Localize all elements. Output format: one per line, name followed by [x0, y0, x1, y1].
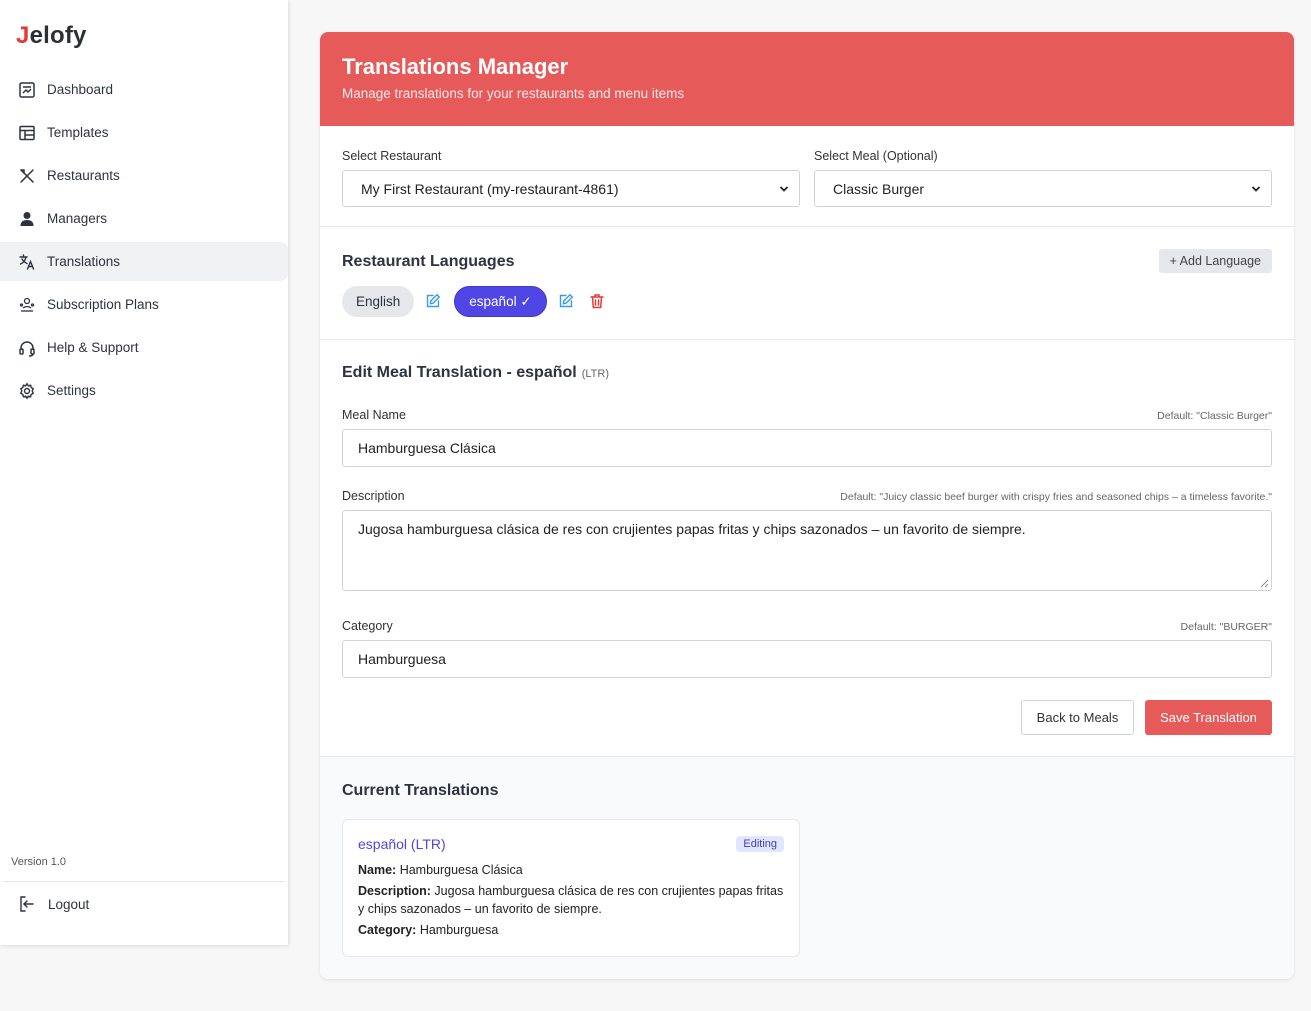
description-textarea[interactable]: Jugosa hamburguesa clásica de res con cr…	[342, 510, 1272, 591]
meal-select[interactable]: Classic Burger	[814, 170, 1272, 207]
edit-english-button[interactable]	[425, 293, 443, 311]
description-label: Description	[342, 489, 405, 503]
translations-card: Translations Manager Manage translations…	[320, 32, 1294, 979]
meal-name-value: Hamburguesa Clásica	[358, 440, 496, 456]
meal-selector: Select Meal (Optional) Classic Burger	[814, 149, 1272, 207]
dashboard-icon	[19, 81, 35, 98]
languages-title: Restaurant Languages	[342, 253, 515, 270]
utensils-icon	[20, 168, 34, 183]
sidebar-item-subscription-plans[interactable]: Subscription Plans	[0, 285, 288, 324]
sidebar-item-label: Help & Support	[47, 340, 139, 355]
category-value: Hamburguesa	[358, 651, 446, 667]
subscription-icon	[19, 297, 35, 312]
sidebar-item-restaurants[interactable]: Restaurants	[0, 156, 288, 195]
language-chip-english[interactable]: English	[342, 286, 415, 317]
category-key: Category:	[358, 923, 417, 937]
languages-section: Restaurant Languages + Add Language Engl…	[320, 227, 1294, 340]
delete-espanol-button[interactable]	[589, 293, 607, 311]
language-chip-espanol[interactable]: español ✓	[454, 286, 547, 317]
restaurant-select-value: My First Restaurant (my-restaurant-4861)	[361, 180, 619, 197]
selector-section: Select Restaurant My First Restaurant (m…	[320, 126, 1294, 227]
brand-logo-initial: J	[16, 22, 30, 49]
brand-logo[interactable]: Jelofy	[16, 22, 87, 50]
category-label: Category	[342, 619, 393, 633]
edit-espanol-button[interactable]	[558, 293, 576, 311]
sidebar-item-label: Templates	[47, 125, 109, 140]
sidebar: Jelofy Dashboard Templates Restaurants M…	[0, 0, 288, 945]
sidebar-item-managers[interactable]: Managers	[0, 199, 288, 238]
translate-icon	[19, 253, 35, 270]
back-to-meals-button[interactable]: Back to Meals	[1021, 700, 1134, 735]
translation-card-category: Category: Hamburguesa	[358, 921, 784, 939]
sidebar-item-translations[interactable]: Translations	[0, 242, 288, 281]
text-direction-label: (LTR)	[581, 368, 610, 380]
sidebar-item-label: Settings	[47, 383, 96, 398]
page-title: Translations Manager	[342, 54, 569, 79]
restaurant-select[interactable]: My First Restaurant (my-restaurant-4861)	[342, 170, 800, 207]
name-key: Name:	[358, 863, 397, 877]
logout-icon	[20, 896, 34, 912]
edit-icon	[559, 293, 573, 307]
sidebar-item-label: Translations	[47, 254, 121, 269]
language-chips: English español ✓	[342, 286, 618, 317]
headset-icon	[19, 340, 35, 357]
version-label: Version 1.0	[11, 856, 67, 868]
sidebar-item-label: Subscription Plans	[47, 297, 159, 312]
sidebar-nav: Dashboard Templates Restaurants Managers…	[0, 70, 288, 414]
meal-select-label: Select Meal (Optional)	[814, 149, 938, 163]
sidebar-item-templates[interactable]: Templates	[0, 113, 288, 152]
description-default: Default: "Juicy classic beef burger with…	[840, 491, 1272, 503]
resize-handle-icon[interactable]	[1260, 579, 1269, 588]
restaurant-select-label: Select Restaurant	[342, 149, 442, 163]
translation-card-description: Description: Jugosa hamburguesa clásica …	[358, 882, 784, 918]
save-translation-button[interactable]: Save Translation	[1145, 700, 1272, 735]
restaurant-selector: Select Restaurant My First Restaurant (m…	[342, 149, 800, 207]
sidebar-item-dashboard[interactable]: Dashboard	[0, 70, 288, 109]
logout-button[interactable]: Logout	[18, 895, 89, 913]
edit-actions: Back to Meals Save Translation	[1021, 700, 1272, 735]
sidebar-item-label: Restaurants	[47, 168, 120, 183]
meal-select-value: Classic Burger	[833, 180, 925, 197]
chevron-down-icon	[779, 185, 789, 192]
description-field: Description Default: "Juicy classic beef…	[342, 489, 1272, 591]
category-input[interactable]: Hamburguesa	[342, 640, 1272, 678]
name-value: Hamburguesa Clásica	[396, 863, 523, 877]
meal-name-label: Meal Name	[342, 408, 406, 422]
current-translations-section: Current Translations español (LTR) Editi…	[320, 757, 1294, 979]
page-subtitle: Manage translations for your restaurants…	[342, 86, 685, 101]
meal-name-default: Default: "Classic Burger"	[1157, 410, 1272, 422]
meal-name-input[interactable]: Hamburguesa Clásica	[342, 429, 1272, 467]
trash-icon	[589, 293, 604, 308]
brand-logo-text: elofy	[29, 22, 87, 49]
user-icon	[20, 211, 34, 226]
description-value: Jugosa hamburguesa clásica de res con cr…	[358, 521, 1026, 537]
description-key: Description:	[358, 884, 431, 898]
edit-title-text: Edit Meal Translation - español	[342, 364, 577, 381]
translation-card[interactable]: español (LTR) Editing Name: Hamburguesa …	[342, 819, 800, 957]
category-field: Category Default: "BURGER" Hamburguesa	[342, 619, 1272, 678]
edit-icon	[427, 293, 441, 307]
category-value: Hamburguesa	[416, 923, 499, 937]
translation-card-name: Name: Hamburguesa Clásica	[358, 861, 784, 879]
sidebar-item-settings[interactable]: Settings	[0, 371, 288, 410]
chevron-down-icon	[1251, 185, 1261, 192]
meal-name-field: Meal Name Default: "Classic Burger" Hamb…	[342, 408, 1272, 467]
sidebar-divider	[3, 881, 285, 882]
translation-card-language: español (LTR)	[358, 836, 446, 852]
page-header: Translations Manager Manage translations…	[320, 32, 1294, 126]
current-translations-title: Current Translations	[342, 782, 499, 799]
category-default: Default: "BURGER"	[1180, 621, 1272, 633]
logout-label: Logout	[48, 896, 90, 912]
sidebar-item-label: Managers	[47, 211, 108, 226]
gear-icon	[19, 382, 35, 399]
edit-translation-title: Edit Meal Translation - español (LTR)	[342, 364, 609, 382]
edit-translation-section: Edit Meal Translation - español (LTR) Mea…	[320, 340, 1294, 757]
sidebar-item-help-support[interactable]: Help & Support	[0, 328, 288, 367]
add-language-button[interactable]: + Add Language	[1158, 249, 1272, 273]
sidebar-item-label: Dashboard	[47, 82, 114, 97]
templates-icon	[19, 125, 35, 140]
status-badge: Editing	[736, 836, 784, 852]
